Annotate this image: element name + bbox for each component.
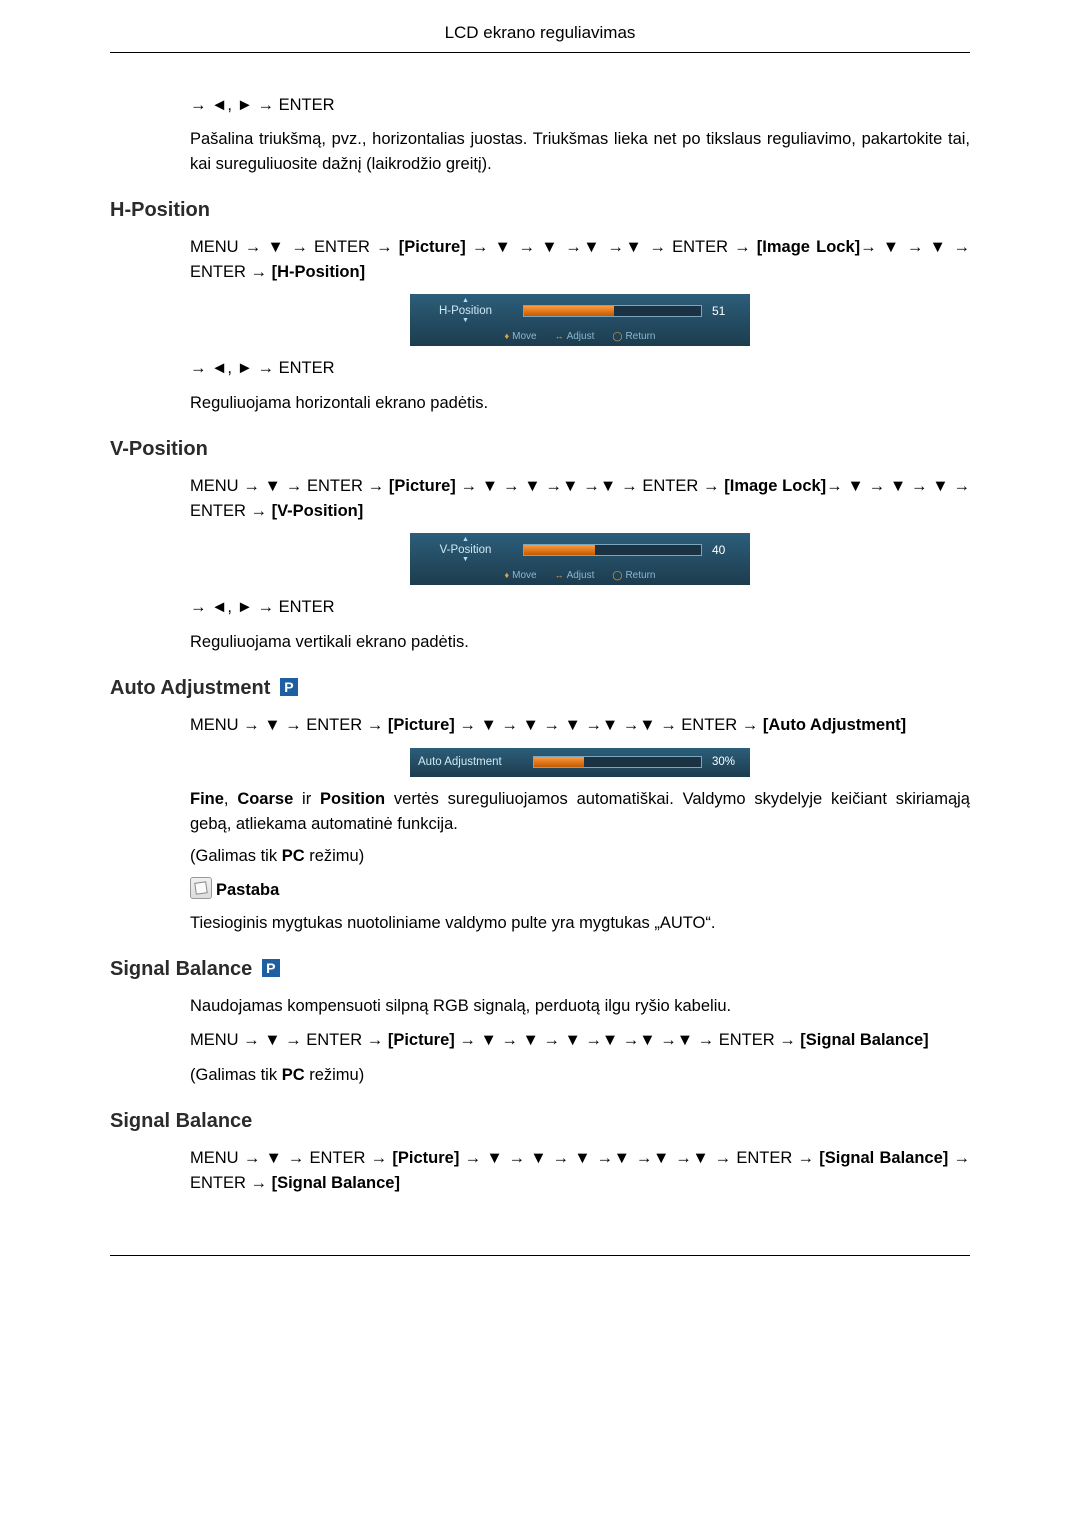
osd-hint-return: ◯Return bbox=[612, 568, 655, 583]
navigation-sequence: → ◄, ► → ENTER bbox=[190, 93, 970, 118]
pc-mode-badge-icon: P bbox=[262, 959, 280, 977]
osd-value: 40 bbox=[712, 541, 742, 559]
body-text: Naudojamas kompensuoti silpną RGB signal… bbox=[190, 994, 970, 1019]
note-heading: Pastaba bbox=[190, 877, 970, 903]
section-heading-hposition: H-Position bbox=[110, 195, 970, 225]
navigation-sequence: → ◄, ► → ENTER bbox=[190, 595, 970, 620]
section-heading-signal-balance-sub: Signal Balance bbox=[110, 1106, 970, 1136]
navigation-sequence: MENU → ▼ → ENTER → [Picture] → ▼ → ▼ → ▼… bbox=[190, 1146, 970, 1196]
osd-label: H-Position bbox=[418, 304, 513, 318]
osd-slider bbox=[523, 305, 702, 317]
section-heading-signal-balance: Signal Balance P bbox=[110, 954, 970, 984]
navigation-sequence: MENU → ▼ → ENTER → [Picture] → ▼ → ▼ → ▼… bbox=[190, 1028, 970, 1053]
osd-panel-auto-adjustment: Auto Adjustment 30% bbox=[410, 748, 750, 777]
osd-hint-adjust: ↔Adjust bbox=[555, 568, 595, 583]
pc-only-note: (Galimas tik PC režimu) bbox=[190, 1063, 970, 1088]
osd-slider-fill bbox=[524, 545, 595, 555]
pc-only-note: (Galimas tik PC režimu) bbox=[190, 844, 970, 869]
section-heading-vposition: V-Position bbox=[110, 434, 970, 464]
section-heading-auto-adjustment: Auto Adjustment P bbox=[110, 673, 970, 703]
down-arrow-icon: ▼ bbox=[418, 318, 513, 324]
body-text: Reguliuojama horizontali ekrano padėtis. bbox=[190, 391, 970, 416]
osd-slider bbox=[533, 756, 702, 768]
osd-hint-return: ◯Return bbox=[612, 329, 655, 344]
osd-value: 30% bbox=[712, 754, 742, 771]
osd-hint-adjust: ↔Adjust bbox=[555, 329, 595, 344]
note-icon bbox=[190, 877, 212, 899]
navigation-sequence: MENU → ▼ → ENTER → [Picture] → ▼ → ▼ →▼ … bbox=[190, 474, 970, 524]
down-arrow-icon: ▼ bbox=[418, 557, 513, 563]
navigation-sequence: MENU → ▼ → ENTER → [Picture] → ▼ → ▼ →▼ … bbox=[190, 235, 970, 285]
osd-value: 51 bbox=[712, 302, 742, 320]
page-title: LCD ekrano reguliavimas bbox=[110, 20, 970, 53]
pc-mode-badge-icon: P bbox=[280, 678, 298, 696]
osd-label: V-Position bbox=[418, 543, 513, 557]
body-text: Tiesioginis mygtukas nuotoliniame valdym… bbox=[190, 911, 970, 936]
osd-hint-move: ♦Move bbox=[505, 568, 537, 583]
osd-slider-fill bbox=[534, 757, 584, 767]
osd-slider-fill bbox=[524, 306, 614, 316]
body-text: Pašalina triukšmą, pvz., horizontalias j… bbox=[190, 127, 970, 177]
osd-label: Auto Adjustment bbox=[418, 754, 523, 771]
osd-hint-move: ♦Move bbox=[505, 329, 537, 344]
body-text: Fine, Coarse ir Position vertės sureguli… bbox=[190, 787, 970, 837]
osd-panel-hposition: ▲ H-Position ▼ 51 ♦Move ↔Adjust ◯Return bbox=[410, 294, 750, 346]
navigation-sequence: → ◄, ► → ENTER bbox=[190, 356, 970, 381]
osd-panel-vposition: ▲ V-Position ▼ 40 ♦Move ↔Adjust ◯Return bbox=[410, 533, 750, 585]
footer-divider bbox=[110, 1255, 970, 1256]
osd-slider bbox=[523, 544, 702, 556]
body-text: Reguliuojama vertikali ekrano padėtis. bbox=[190, 630, 970, 655]
navigation-sequence: MENU → ▼ → ENTER → [Picture] → ▼ → ▼ → ▼… bbox=[190, 713, 970, 738]
